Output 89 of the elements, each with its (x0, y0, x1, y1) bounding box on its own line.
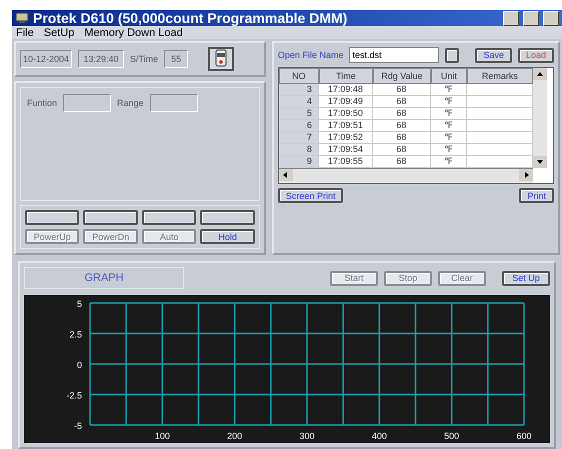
device-icon (213, 49, 230, 67)
table-cell: 17:09:54 (318, 144, 373, 156)
row-number: 9 (278, 156, 319, 168)
range-display (150, 94, 198, 112)
menu-item[interactable]: Memory Down Load (84, 26, 183, 39)
close-button[interactable] (543, 10, 559, 26)
date-display: 10-12-2004 (20, 50, 72, 68)
load-button[interactable]: Load (518, 48, 554, 62)
table-cell: ℉ (430, 84, 467, 96)
table-cell: 68 (372, 108, 431, 120)
save-button[interactable]: Save (475, 48, 512, 62)
x-tick-label: 500 (444, 431, 460, 441)
table-cell: ℉ (430, 108, 467, 120)
y-tick-label: 2.5 (69, 330, 82, 340)
horizontal-scrollbar[interactable] (278, 168, 533, 183)
table-cell: 17:09:50 (318, 108, 373, 120)
key-button[interactable] (25, 210, 80, 225)
x-tick-label: 200 (227, 431, 242, 441)
column-header[interactable]: Remarks (466, 68, 533, 84)
row-number: 3 (278, 84, 319, 96)
table-cell (466, 120, 533, 132)
table-cell: 17:09:49 (318, 96, 373, 108)
column-header[interactable]: NO (278, 68, 319, 84)
y-tick-label: 5 (76, 299, 82, 309)
range-label: Range (117, 98, 144, 108)
table-cell: 17:09:55 (318, 156, 373, 168)
window-title: Protek D610 (50,000count Programmable DMM) (33, 10, 348, 26)
function-display (63, 94, 112, 112)
table-cell (466, 144, 533, 156)
table-cell: ℉ (430, 156, 467, 168)
x-tick-label: 400 (372, 431, 387, 441)
vertical-scrollbar[interactable] (532, 68, 547, 168)
stime-label: S/Time (130, 54, 158, 64)
table-cell (466, 84, 533, 96)
key-button[interactable] (142, 210, 196, 225)
table-cell: ℉ (430, 120, 467, 132)
column-header[interactable]: Rdg Value (372, 68, 431, 84)
scroll-right-icon[interactable] (518, 169, 533, 181)
row-number: 4 (278, 96, 319, 108)
time-display: 13:29:40 (78, 50, 124, 68)
table-cell: 17:09:52 (318, 132, 373, 144)
graph-title: GRAPH (24, 267, 184, 289)
scroll-down-icon[interactable] (532, 156, 547, 168)
minimize-button[interactable] (503, 10, 519, 26)
print-button[interactable]: Print (519, 188, 554, 203)
table-cell: ℉ (430, 96, 467, 108)
x-tick-label: 600 (516, 431, 532, 441)
key-button[interactable] (83, 210, 138, 225)
maximize-button[interactable] (523, 10, 539, 26)
table-cell: 68 (372, 84, 431, 96)
stime-display: 55 (164, 50, 188, 68)
column-header[interactable]: Time (318, 68, 373, 84)
table-cell: 68 (372, 156, 431, 168)
key-button[interactable]: Hold (200, 229, 255, 244)
table-cell (466, 96, 533, 108)
table-cell (466, 108, 533, 120)
monitor-icon (15, 12, 29, 24)
table-cell: 17:09:51 (318, 120, 373, 132)
screen-print-button[interactable]: Screen Print (278, 188, 344, 203)
x-tick-label: 300 (299, 431, 315, 441)
table-cell: 68 (372, 120, 431, 132)
table-cell: 68 (372, 132, 431, 144)
table-cell (466, 132, 533, 144)
row-number: 8 (278, 144, 319, 156)
menu-item[interactable]: File (16, 26, 34, 39)
table-cell: 17:09:48 (318, 84, 373, 96)
table-cell (466, 156, 533, 168)
row-number: 6 (278, 120, 319, 132)
scroll-up-icon[interactable] (532, 68, 547, 80)
device-button[interactable] (208, 47, 234, 71)
table-cell: 68 (372, 96, 431, 108)
y-tick-label: -5 (74, 421, 82, 431)
table-cell: ℉ (430, 144, 467, 156)
y-tick-label: 0 (76, 360, 82, 370)
table-cell: ℉ (430, 132, 467, 144)
row-number: 5 (278, 108, 319, 120)
file-name-label: Open File Name (278, 50, 344, 60)
y-tick-label: -2.5 (66, 390, 82, 400)
menu-item[interactable]: SetUp (44, 26, 74, 39)
column-header[interactable]: Unit (430, 68, 467, 84)
graph-button[interactable]: Set Up (502, 270, 550, 286)
scroll-left-icon[interactable] (278, 169, 293, 181)
browse-button[interactable] (445, 48, 460, 62)
file-name-field[interactable]: test.dst (349, 47, 440, 63)
key-button[interactable] (200, 210, 255, 225)
x-tick-label: 100 (154, 431, 170, 441)
table-cell: 68 (372, 144, 431, 156)
function-label: Funtion (27, 98, 58, 108)
row-number: 7 (278, 132, 319, 144)
